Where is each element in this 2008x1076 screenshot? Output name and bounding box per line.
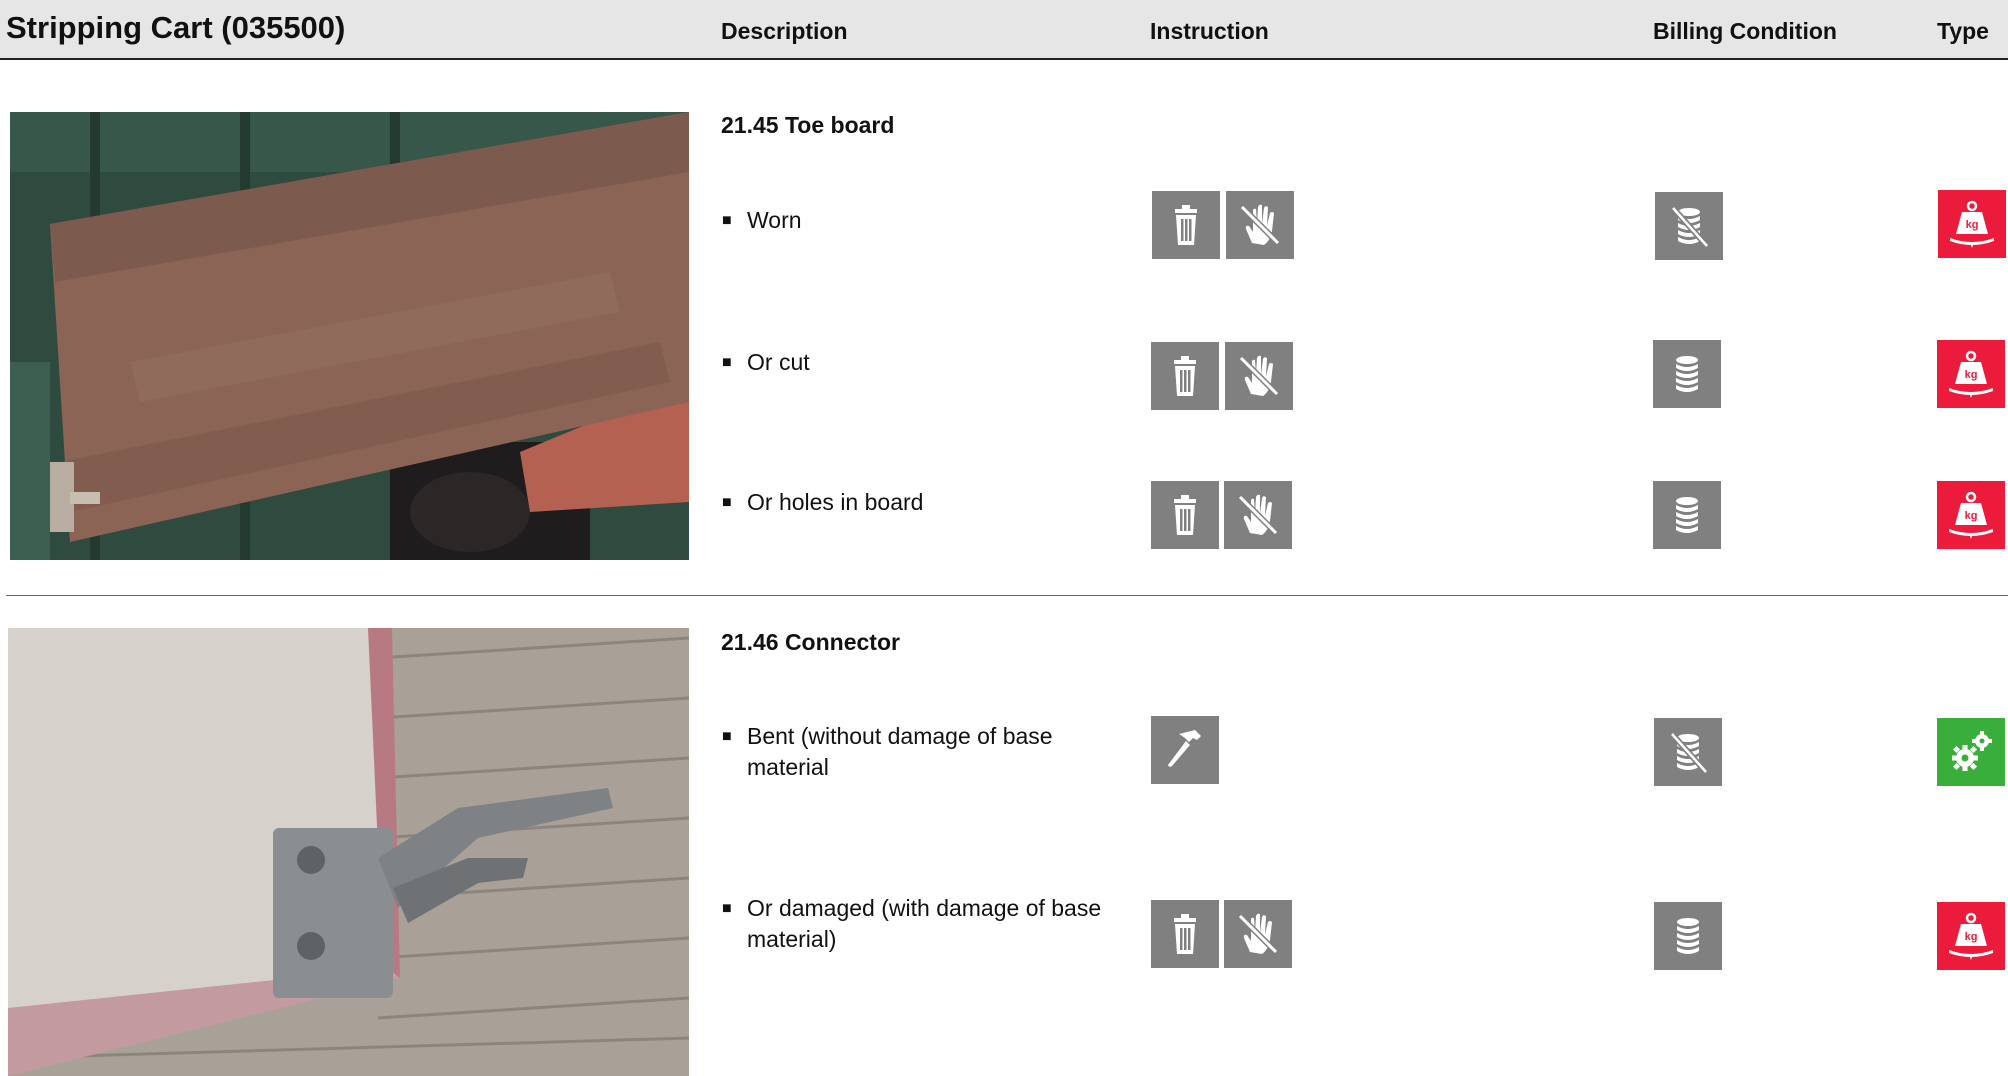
column-header-billing: Billing Condition <box>1653 18 1837 44</box>
toe-board-photo <box>10 112 689 560</box>
no-coins-icon <box>1655 192 1723 260</box>
trash-icon <box>1151 342 1219 410</box>
section-title: 21.45 Toe board <box>721 112 895 138</box>
weight-kg-icon <box>1937 481 2005 549</box>
trash-icon <box>1152 191 1220 259</box>
bullet-icon: ■ <box>722 728 732 745</box>
page-title: Stripping Cart (035500) <box>6 10 346 45</box>
coins-icon <box>1654 902 1722 970</box>
bullet-icon: ■ <box>722 212 732 229</box>
section-divider <box>6 595 2008 596</box>
hammer-icon <box>1151 716 1219 784</box>
weight-kg-icon <box>1937 340 2005 408</box>
column-header-description: Description <box>721 18 848 44</box>
column-header-type: Type <box>1937 18 1989 44</box>
trash-icon <box>1151 481 1219 549</box>
table-header: Stripping Cart (035500) Description Inst… <box>0 0 2008 60</box>
bullet-icon: ■ <box>722 494 732 511</box>
bullet-icon: ■ <box>722 900 732 917</box>
no-touch-icon <box>1224 481 1292 549</box>
no-touch-icon <box>1226 191 1294 259</box>
trash-icon <box>1151 900 1219 968</box>
coins-icon <box>1653 481 1721 549</box>
column-header-instruction: Instruction <box>1150 18 1269 44</box>
gears-icon <box>1937 718 2005 786</box>
coins-icon <box>1653 340 1721 408</box>
weight-kg-icon <box>1937 902 2005 970</box>
connector-photo <box>8 628 689 1076</box>
no-touch-icon <box>1224 900 1292 968</box>
no-touch-icon <box>1225 342 1293 410</box>
weight-kg-icon <box>1938 190 2006 258</box>
no-coins-icon <box>1654 718 1722 786</box>
bullet-icon: ■ <box>722 354 732 371</box>
section-title: 21.46 Connector <box>721 629 900 655</box>
